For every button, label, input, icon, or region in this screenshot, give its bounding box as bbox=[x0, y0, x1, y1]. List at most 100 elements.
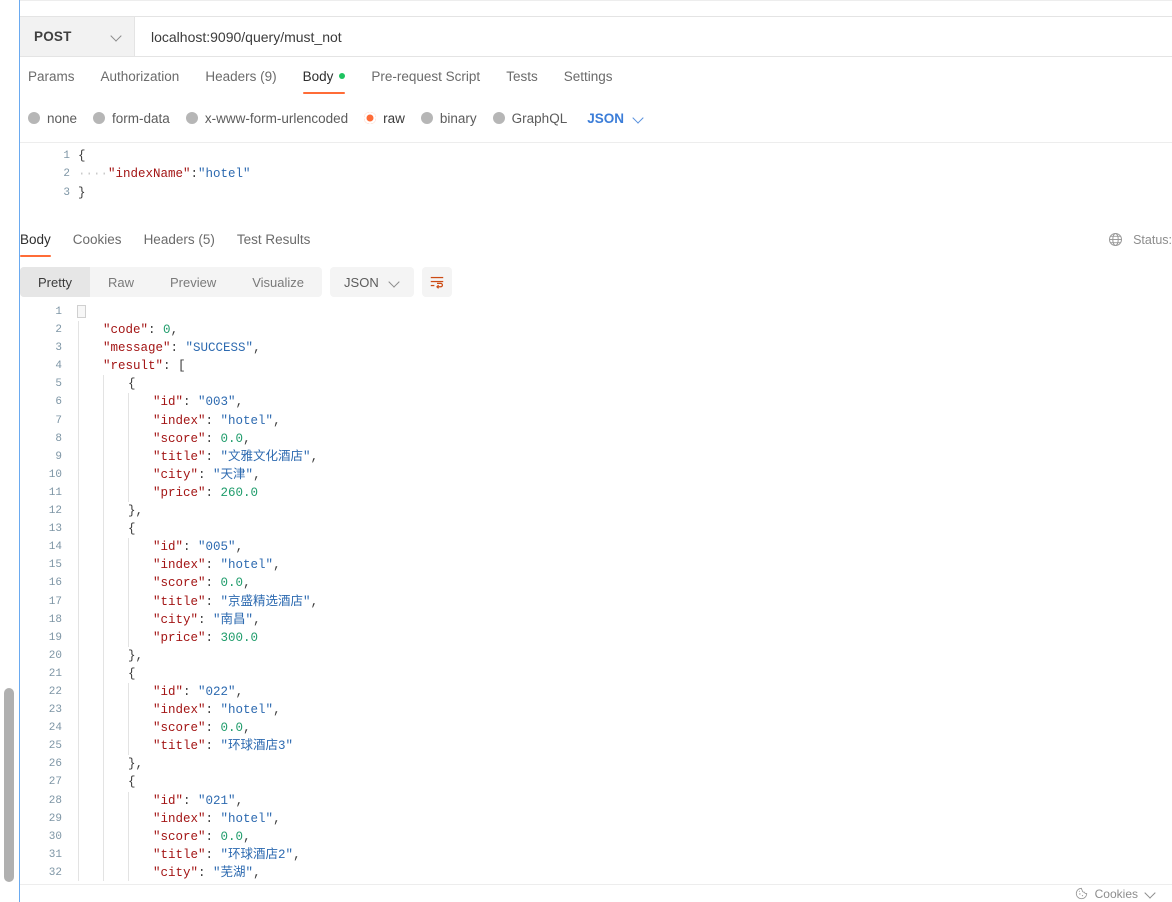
indent-guide bbox=[128, 791, 129, 810]
request-url-input[interactable]: localhost:9090/query/must_not bbox=[135, 17, 1172, 56]
response-format-label: JSON bbox=[344, 274, 379, 290]
indent-guide bbox=[78, 610, 79, 629]
code-text: { bbox=[128, 377, 136, 392]
left-gutter bbox=[0, 0, 20, 902]
code-fold-toggle[interactable] bbox=[77, 305, 86, 318]
request-tab-params[interactable]: Params bbox=[28, 66, 75, 94]
indent-guide bbox=[78, 465, 79, 484]
response-code-line: 12}, bbox=[20, 502, 1172, 521]
line-number: 16 bbox=[48, 577, 62, 590]
indent-guide bbox=[128, 701, 129, 720]
line-number: 31 bbox=[48, 848, 62, 861]
response-code-line: 25 "title": "环球酒店3" bbox=[20, 737, 1172, 756]
body-type-label: binary bbox=[439, 110, 477, 126]
http-method-select[interactable]: POST bbox=[20, 17, 135, 56]
indent-guide bbox=[103, 393, 104, 412]
response-code-line: 30 "score": 0.0, bbox=[20, 827, 1172, 846]
code-text: }, bbox=[128, 504, 144, 519]
request-tab-body[interactable]: Body bbox=[302, 66, 346, 94]
request-body-editor[interactable]: 1{2 ····"indexName":"hotel" 3} bbox=[20, 142, 1172, 221]
request-tab-tests[interactable]: Tests bbox=[506, 66, 538, 94]
response-view-toolbar: Pretty Raw Preview Visualize JSON bbox=[20, 266, 1172, 298]
response-code-line: 7 "index": "hotel", bbox=[20, 411, 1172, 430]
code-text: "index": "hotel", bbox=[153, 811, 281, 826]
indent-guide bbox=[78, 845, 79, 864]
code-text: "score": 0.0, bbox=[153, 431, 251, 446]
indent-guide bbox=[103, 502, 104, 521]
line-number: 21 bbox=[48, 667, 62, 680]
code-text: "result": [ bbox=[103, 359, 186, 374]
code-text: "title": "环球酒店3" bbox=[153, 739, 294, 754]
request-tab-authorization[interactable]: Authorization bbox=[101, 66, 180, 94]
response-view-pretty[interactable]: Pretty bbox=[20, 267, 90, 297]
response-view-raw[interactable]: Raw bbox=[90, 267, 152, 297]
indent-guide bbox=[78, 429, 79, 448]
line-number: 25 bbox=[48, 740, 62, 753]
code-text: "id": "022", bbox=[153, 684, 244, 699]
line-number: 32 bbox=[48, 866, 62, 879]
request-url-value: localhost:9090/query/must_not bbox=[151, 28, 342, 45]
indent-guide bbox=[78, 719, 79, 738]
response-code-line: 17 "title": "京盛精选酒店", bbox=[20, 592, 1172, 611]
request-tab-headers-9[interactable]: Headers (9) bbox=[205, 66, 276, 94]
radio-icon bbox=[364, 112, 377, 124]
line-number: 22 bbox=[48, 685, 62, 698]
response-code-line: 26}, bbox=[20, 755, 1172, 774]
response-tab-test-results[interactable]: Test Results bbox=[237, 230, 311, 257]
request-tab-pre-request-script[interactable]: Pre-request Script bbox=[371, 66, 480, 94]
indent-guide bbox=[128, 538, 129, 557]
body-type-label: x-www-form-urlencoded bbox=[204, 110, 349, 126]
body-type-graphql[interactable]: GraphQL bbox=[492, 111, 567, 126]
request-tab-settings[interactable]: Settings bbox=[564, 66, 613, 94]
response-code-line: 22 "id": "022", bbox=[20, 682, 1172, 702]
indent-guide bbox=[128, 574, 129, 593]
indent-guide bbox=[78, 701, 79, 720]
response-format-select[interactable]: JSON bbox=[330, 267, 414, 297]
indent-guide bbox=[78, 393, 79, 412]
body-type-binary[interactable]: binary bbox=[420, 110, 477, 126]
response-body-viewer[interactable]: 1{2"code": 0,3"message": "SUCCESS",4"res… bbox=[20, 303, 1172, 881]
response-view-preview[interactable]: Preview bbox=[152, 267, 234, 297]
line-number: 3 bbox=[55, 342, 62, 355]
code-text: "price": 260.0 bbox=[153, 485, 259, 500]
indent-guide bbox=[128, 429, 129, 448]
indent-guide bbox=[103, 574, 104, 593]
indent-guide bbox=[128, 465, 129, 484]
indent-guide bbox=[78, 483, 79, 503]
indent-guide bbox=[128, 682, 129, 702]
wrap-text-icon bbox=[430, 276, 443, 289]
line-number: 9 bbox=[55, 450, 62, 463]
body-type-raw[interactable]: raw bbox=[364, 111, 405, 126]
code-text: "title": "京盛精选酒店", bbox=[153, 594, 319, 609]
response-code-line: 20}, bbox=[20, 646, 1172, 665]
indent-guide bbox=[128, 411, 129, 430]
line-number: 29 bbox=[48, 812, 62, 825]
body-type-x-www-form-urlencoded[interactable]: x-www-form-urlencoded bbox=[185, 110, 349, 126]
indent-guide bbox=[103, 429, 104, 448]
line-number: 17 bbox=[48, 595, 62, 608]
wrap-text-button[interactable] bbox=[421, 267, 452, 297]
response-tab-body[interactable]: Body bbox=[20, 230, 51, 257]
page-scrollbar-thumb[interactable] bbox=[4, 688, 14, 882]
line-number: 30 bbox=[48, 830, 62, 843]
response-code-line: 19 "price": 300.0 bbox=[20, 628, 1172, 647]
indent-guide bbox=[103, 827, 104, 846]
line-number: 2 bbox=[63, 168, 70, 181]
body-type-none[interactable]: none bbox=[28, 111, 77, 126]
indent-guide bbox=[78, 791, 79, 810]
body-type-form-data[interactable]: form-data bbox=[93, 111, 170, 126]
indent-guide bbox=[78, 592, 79, 611]
indent-guide bbox=[78, 682, 79, 702]
response-tab-headers-5[interactable]: Headers (5) bbox=[144, 230, 215, 257]
cookies-label[interactable]: Cookies bbox=[1095, 887, 1138, 901]
response-code-line: 31 "title": "环球酒店2", bbox=[20, 845, 1172, 864]
request-response-pane: POST localhost:9090/query/must_not Param… bbox=[20, 0, 1172, 902]
response-tab-cookies[interactable]: Cookies bbox=[73, 230, 122, 257]
raw-format-select[interactable]: JSON bbox=[587, 111, 644, 126]
response-view-visualize[interactable]: Visualize bbox=[234, 267, 322, 297]
code-text: "id": "003", bbox=[153, 395, 244, 410]
code-text: "city": "天津", bbox=[153, 467, 261, 482]
indent-guide bbox=[78, 628, 79, 647]
indent-guide bbox=[78, 646, 79, 665]
indent-guide bbox=[128, 393, 129, 412]
